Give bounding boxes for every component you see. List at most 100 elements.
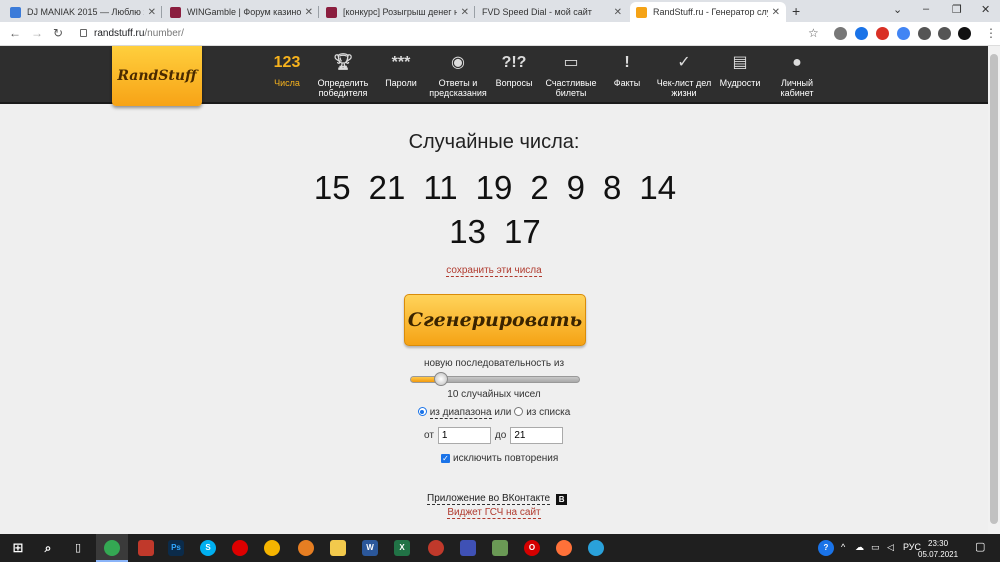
browser-tab[interactable]: FVD Speed Dial - мой сайт ✕	[476, 2, 628, 22]
to-label: до	[494, 430, 507, 441]
notifications-icon[interactable]: ▢	[975, 540, 985, 553]
page-scrollbar[interactable]	[988, 46, 1000, 534]
nav-label: Ответы и предсказания	[429, 78, 487, 98]
tab-favicon-icon	[170, 6, 181, 18]
app-icon[interactable]	[428, 540, 444, 556]
nav-label: Факты	[613, 78, 641, 88]
to-input[interactable]	[510, 427, 564, 444]
telegram-icon[interactable]	[588, 540, 604, 556]
slider-handle[interactable]	[434, 372, 449, 386]
tab-title: WINGamble | Форум казино	[187, 7, 301, 17]
address-bar-row: ← → ↻ randstuff.ru/number/ ☆ ⋮	[0, 22, 1000, 46]
nav-item-winner[interactable]: 🏆︎ Определить победителя	[314, 46, 372, 104]
app-icon[interactable]	[492, 540, 508, 556]
range-mode-radio[interactable]	[417, 407, 427, 416]
playlist-icon[interactable]	[938, 27, 951, 40]
volume-icon[interactable]: ◁	[887, 542, 894, 553]
url-field[interactable]: randstuff.ru/number/	[94, 28, 184, 39]
save-icon[interactable]	[460, 540, 476, 556]
close-window-button[interactable]: ✕	[981, 3, 990, 16]
avatar[interactable]	[958, 27, 971, 40]
random-number: 2	[530, 169, 549, 206]
exclude-repeats-label[interactable]: исключить повторения	[453, 453, 558, 464]
browser-tab-active[interactable]: RandStuff.ru - Генератор случай ✕	[630, 2, 786, 22]
extension-icon[interactable]	[897, 27, 910, 40]
nav-item-account[interactable]: ● Личный кабинет	[774, 46, 820, 104]
word-icon[interactable]: W	[362, 540, 378, 556]
extension-icon[interactable]	[834, 27, 847, 40]
excel-icon[interactable]: X	[394, 540, 410, 556]
browser-tab[interactable]: DJ MANIAK 2015 — Люблю худ ✕	[4, 2, 162, 22]
chrome-icon[interactable]	[104, 540, 120, 556]
bookmark-star-icon[interactable]: ☆	[808, 26, 819, 40]
nav-item-answers[interactable]: ◉ Ответы и предсказания	[428, 46, 488, 104]
chevron-up-icon[interactable]: ^	[841, 542, 845, 552]
random-number: 8	[603, 169, 622, 206]
task-view-icon[interactable]: ▯	[70, 540, 86, 556]
browser-tab[interactable]: WINGamble | Форум казино ✕	[164, 2, 319, 22]
record-icon[interactable]	[232, 540, 248, 556]
skype-icon[interactable]: S	[200, 540, 216, 556]
back-button[interactable]: ←	[9, 26, 21, 40]
tab-close-icon[interactable]: ✕	[148, 7, 156, 18]
nav-item-checklist[interactable]: ✓ Чек-лист дел жизни	[656, 46, 712, 104]
widget-link[interactable]: Виджет ГСЧ на сайт	[0, 507, 988, 519]
vk-app-link[interactable]: Приложение во ВКонтакте В	[427, 493, 568, 505]
count-slider[interactable]	[410, 372, 580, 386]
nav-item-questions[interactable]: ?!? Вопросы	[492, 46, 536, 104]
clock[interactable]: 23:30 05.07.2021	[918, 538, 958, 560]
app-icon[interactable]	[264, 540, 280, 556]
tab-search-icon[interactable]: ⌄	[893, 3, 902, 16]
cloud-icon[interactable]: ☁	[855, 542, 864, 553]
search-icon[interactable]: ⌕	[40, 540, 56, 556]
scroll-thumb[interactable]	[990, 54, 998, 524]
windows-start-icon[interactable]: ⊞	[10, 540, 26, 556]
extension-icon[interactable]	[855, 27, 868, 40]
tab-close-icon[interactable]: ✕	[614, 7, 622, 18]
nav-item-passwords[interactable]: *** Пароли	[380, 46, 422, 104]
menu-icon[interactable]: ⋮	[985, 26, 997, 40]
photoshop-icon[interactable]: Ps	[168, 540, 184, 556]
firefox-icon[interactable]	[556, 540, 572, 556]
checklist-icon: ✓	[677, 54, 691, 71]
folder-icon[interactable]	[330, 540, 346, 556]
lock-icon[interactable]	[80, 29, 87, 37]
list-mode-label[interactable]: из списка	[526, 407, 570, 418]
extension-icon[interactable]	[876, 27, 889, 40]
range-mode-label[interactable]: из диапазона	[429, 407, 492, 419]
site-logo[interactable]: RandStuff	[112, 46, 202, 106]
vk-app-label[interactable]: Приложение во ВКонтакте	[427, 493, 551, 505]
forward-button[interactable]: →	[31, 26, 43, 40]
random-number: 19	[475, 169, 513, 206]
app-icon[interactable]	[298, 540, 314, 556]
tab-title: RandStuff.ru - Генератор случай	[653, 7, 768, 17]
nav-item-tickets[interactable]: ▭ Счастливые билеты	[542, 46, 600, 104]
exclude-repeats-checkbox[interactable]: ✓	[441, 454, 450, 463]
book-icon: ▤	[732, 54, 748, 71]
nav-item-wisdom[interactable]: ▤ Мудрости	[716, 46, 764, 104]
list-mode-radio[interactable]	[514, 407, 524, 416]
maximize-button[interactable]: ❐	[952, 3, 962, 16]
minimize-button[interactable]: –	[923, 3, 929, 15]
tab-close-icon[interactable]: ✕	[461, 7, 469, 18]
page-title: Случайные числа:	[408, 131, 580, 153]
tab-close-icon[interactable]: ✕	[305, 7, 313, 18]
opera-icon[interactable]: O	[524, 540, 540, 556]
exclude-repeats-row[interactable]: ✓ исключить повторения	[441, 453, 558, 464]
help-icon[interactable]: ?	[818, 540, 834, 556]
tab-favicon-icon	[636, 6, 647, 18]
browser-tab[interactable]: [конкурс] Розыгрыш денег на с ✕	[320, 2, 475, 22]
generate-button[interactable]: Сгенерировать	[404, 294, 586, 346]
nav-item-facts[interactable]: ! Факты	[608, 46, 646, 104]
random-number: 15	[313, 169, 351, 206]
reload-button[interactable]: ↻	[53, 26, 63, 40]
battery-icon[interactable]: ▭	[871, 542, 880, 553]
windows-taskbar: ⊞ ⌕ ▯ Ps S W X O ? ^ ☁ ▭ ◁ РУС 23:30 05.0…	[0, 534, 1000, 562]
puzzle-icon[interactable]	[918, 27, 931, 40]
save-numbers-link[interactable]: сохранить эти числа	[0, 265, 988, 277]
tab-close-icon[interactable]: ✕	[772, 7, 780, 18]
new-tab-button[interactable]: +	[792, 3, 800, 19]
nav-item-numbers[interactable]: 123 Числа	[268, 46, 306, 104]
from-input[interactable]	[437, 427, 491, 444]
app-icon[interactable]	[138, 540, 154, 556]
